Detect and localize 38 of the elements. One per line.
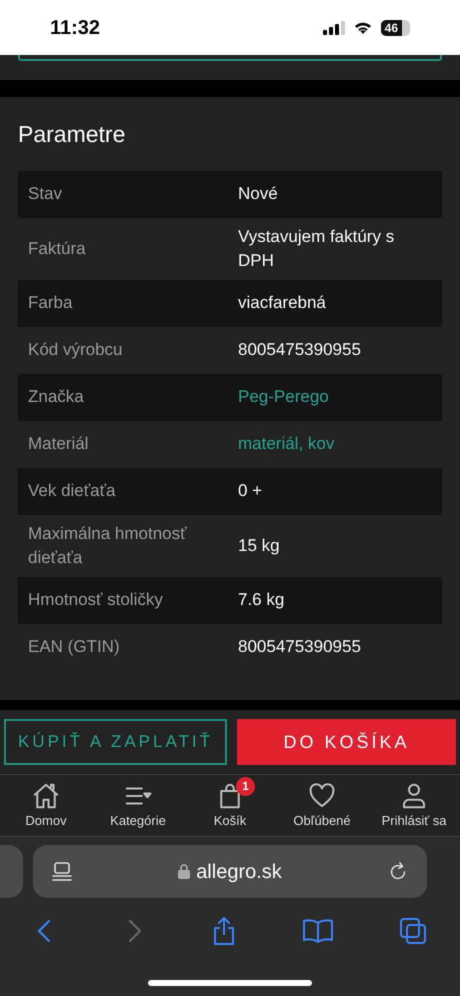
wifi-icon bbox=[352, 20, 373, 35]
parameter-value: Vystavujem faktúry s DPH bbox=[238, 226, 396, 272]
url-text: allegro.sk bbox=[196, 860, 282, 884]
parameter-label: Farba bbox=[27, 292, 74, 314]
battery-indicator: 46 bbox=[380, 20, 410, 36]
parameter-value: viacfarebná bbox=[238, 292, 327, 314]
parameter-value: 0 + bbox=[238, 480, 264, 502]
lock-icon bbox=[178, 864, 190, 879]
section-title: Parametre bbox=[18, 120, 126, 149]
parameter-label: Vek dieťaťa bbox=[27, 480, 116, 502]
parameter-label: Faktúra bbox=[27, 238, 87, 260]
notification-badge: 1 bbox=[236, 776, 255, 796]
buy-now-button[interactable]: KÚPIŤ A ZAPLATIŤ bbox=[4, 719, 227, 765]
parameter-label: Hmotnosť stoličky bbox=[27, 589, 164, 611]
nav-tab[interactable]: Obľúbené bbox=[276, 780, 368, 830]
reader-icon bbox=[51, 860, 73, 882]
parameter-value: 15 kg bbox=[238, 534, 281, 556]
book-icon[interactable] bbox=[302, 918, 334, 944]
add-to-cart-button[interactable]: DO KOŠÍKA bbox=[237, 719, 456, 765]
parameter-value: 8005475390955 bbox=[238, 636, 362, 658]
parameter-label: Materiál bbox=[27, 433, 90, 455]
parameter-value: Nové bbox=[238, 183, 279, 205]
nav-tab[interactable]: Domov bbox=[0, 780, 92, 830]
parameter-label: Kód výrobcu bbox=[27, 339, 124, 361]
parameter-label: Stav bbox=[27, 183, 64, 205]
nav-tab[interactable]: Kategórie bbox=[92, 780, 184, 830]
parameter-link[interactable]: materiál, kov bbox=[238, 432, 442, 456]
status-time: 11:32 bbox=[50, 16, 100, 40]
parameter-label: EAN (GTIN) bbox=[27, 636, 121, 658]
parameter-label: Značka bbox=[27, 386, 85, 408]
parameter-label: Maximálna hmotnosť dieťaťa bbox=[27, 522, 188, 568]
address-bar[interactable]: allegro.sk bbox=[33, 845, 427, 898]
tabs-icon[interactable] bbox=[399, 917, 428, 945]
nav-tab[interactable]: Prihlásiť sa bbox=[368, 780, 460, 830]
signal-icon bbox=[322, 20, 345, 34]
parameter-link[interactable]: Peg-Perego bbox=[238, 385, 442, 409]
parameter-value: 8005475390955 bbox=[238, 339, 362, 361]
parameter-value: 7.6 kg bbox=[238, 589, 286, 611]
